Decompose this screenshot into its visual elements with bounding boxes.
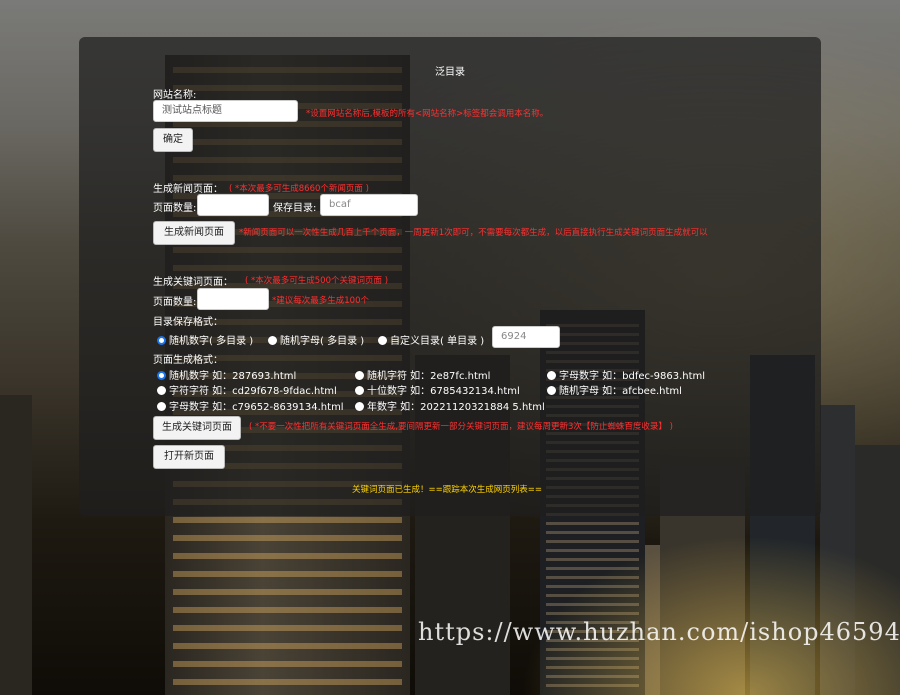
- radio-icon[interactable]: [355, 402, 364, 411]
- keyword-count-label: 页面数量:: [153, 297, 197, 308]
- option-label: 随机字符 如：2e87fc.html: [367, 371, 491, 382]
- confirm-button[interactable]: 确定: [153, 128, 193, 152]
- generate-keyword-button[interactable]: 生成关键词页面: [153, 416, 241, 440]
- page-option[interactable]: 字符字符 如：cd29f678-9fdac.html: [157, 382, 337, 397]
- status-message[interactable]: 关键词页面已生成！==跟踪本次生成网页列表==: [352, 483, 542, 495]
- news-count-input[interactable]: [197, 194, 269, 216]
- news-dir-input[interactable]: bcaf: [320, 194, 418, 216]
- page-option[interactable]: 字母数字 如：c79652-8639134.html: [157, 398, 344, 413]
- option-label: 随机字母( 多目录 ): [280, 336, 365, 347]
- dir-option-random-number[interactable]: 随机数字( 多目录 ): [157, 332, 253, 347]
- radio-icon[interactable]: [547, 371, 556, 380]
- option-label: 十位数字 如：6785432134.html: [367, 386, 520, 397]
- news-count-label: 页面数量:: [153, 203, 197, 214]
- option-label: 随机数字( 多目录 ): [169, 336, 254, 347]
- city-lights-glow: [520, 535, 900, 695]
- building: [0, 395, 32, 695]
- option-label: 字母数字 如：bdfec-9863.html: [559, 371, 706, 382]
- page-title: 泛目录: [435, 67, 465, 78]
- main-panel: 泛目录 网站名称: 测试站点标题 *设置网站名称后,模板的所有<网站名称>标签都…: [79, 37, 821, 516]
- news-heading-note: ( *本次最多可生成8660个新闻页面 ): [229, 184, 369, 194]
- page-option[interactable]: 年数字 如：20221120321884 5.html: [355, 398, 545, 413]
- watermark: https://www.huzhan.com/ishop46594: [418, 618, 900, 646]
- page-option[interactable]: 字母数字 如：bdfec-9863.html: [547, 367, 705, 382]
- site-name-label: 网站名称:: [153, 90, 197, 101]
- generate-news-button[interactable]: 生成新闻页面: [153, 221, 235, 245]
- radio-selected-icon[interactable]: [157, 371, 166, 380]
- open-page-button[interactable]: 打开新页面: [153, 445, 225, 469]
- radio-icon[interactable]: [378, 336, 387, 345]
- radio-icon[interactable]: [157, 402, 166, 411]
- option-label: 字母数字 如：c79652-8639134.html: [169, 402, 344, 413]
- page-format-label: 页面生成格式：: [153, 355, 223, 366]
- custom-dir-input[interactable]: 6924: [492, 326, 560, 348]
- page-option[interactable]: 随机字母 如：afcbee.html: [547, 382, 682, 397]
- option-label: 随机数字 如：287693.html: [169, 371, 297, 382]
- radio-icon[interactable]: [157, 386, 166, 395]
- radio-icon[interactable]: [355, 371, 364, 380]
- site-name-hint: *设置网站名称后,模板的所有<网站名称>标签都会调用本名称。: [306, 109, 549, 119]
- radio-icon[interactable]: [547, 386, 556, 395]
- radio-selected-icon[interactable]: [157, 336, 166, 345]
- dir-option-custom[interactable]: 自定义目录( 单目录 ): [378, 332, 484, 347]
- keyword-hint: ( *不要一次性把所有关键词页面全生成,要间隔更新一部分关键词页面，建议每周更新…: [249, 422, 673, 432]
- dir-format-label: 目录保存格式：: [153, 317, 223, 328]
- news-dir-label: 保存目录:: [273, 203, 317, 214]
- keyword-count-input[interactable]: [197, 288, 269, 310]
- page-option[interactable]: 随机数字 如：287693.html: [157, 367, 296, 382]
- keyword-heading-note: ( *本次最多可生成500个关键词页面 ): [245, 276, 389, 286]
- news-heading: 生成新闻页面：: [153, 184, 223, 195]
- page-option[interactable]: 随机字符 如：2e87fc.html: [355, 367, 490, 382]
- radio-icon[interactable]: [268, 336, 277, 345]
- option-label: 随机字母 如：afcbee.html: [559, 386, 682, 397]
- keyword-count-hint: *建议每次最多生成100个: [272, 296, 369, 306]
- site-name-input[interactable]: 测试站点标题: [153, 100, 298, 122]
- radio-icon[interactable]: [355, 386, 364, 395]
- option-label: 自定义目录( 单目录 ): [390, 336, 485, 347]
- option-label: 字符字符 如：cd29f678-9fdac.html: [169, 386, 337, 397]
- dir-option-random-letter[interactable]: 随机字母( 多目录 ): [268, 332, 364, 347]
- option-label: 年数字 如：20221120321884 5.html: [367, 402, 545, 413]
- news-hint: *新闻页面可以一次性生成几百上千个页面，一周更新1次即可，不需要每次都生成，以后…: [239, 228, 708, 238]
- keyword-heading: 生成关键词页面：: [153, 277, 233, 288]
- page-option[interactable]: 十位数字 如：6785432134.html: [355, 382, 520, 397]
